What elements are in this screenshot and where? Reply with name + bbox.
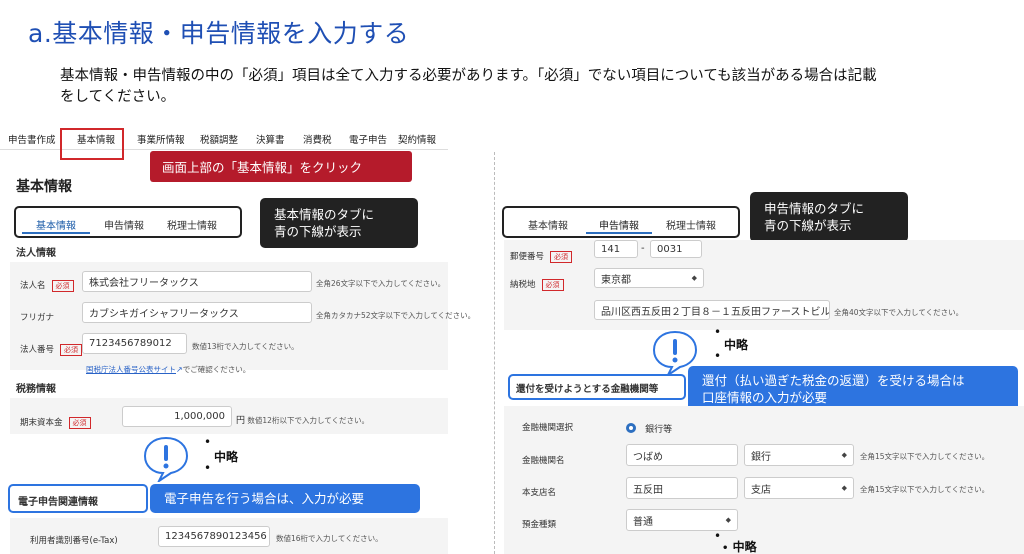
omit-label-right-bottom: • 中略 — [722, 540, 757, 554]
callout-efile: 電子申告を行う場合は、入力が必要 — [150, 484, 420, 513]
capital-label: 期末資本金 必須 — [20, 416, 91, 429]
etax-id-hint: 数値16桁で入力してください。 — [276, 534, 383, 543]
corp-name-hint: 全角26文字以下で入力してください。 — [316, 279, 446, 288]
address-input[interactable]: 品川区西五反田２丁目８－１五反田ファーストビル ９Ｆ — [594, 300, 830, 320]
select-arrow-icon: ◆ — [841, 484, 847, 492]
branch-input[interactable]: 五反田 — [626, 477, 738, 499]
bank-name-input[interactable]: つばめ — [626, 444, 738, 466]
prefecture-select[interactable]: 東京都 ◆ — [594, 268, 704, 288]
page-title: 基本情報 — [16, 179, 72, 195]
bank-radio-group[interactable]: 銀行等 — [626, 417, 672, 436]
bank-select-label: 金融機関選択 — [522, 423, 574, 433]
nav-item-consumption-tax[interactable]: 消費税 — [303, 132, 332, 146]
furigana-hint: 全角カタカナ52文字以下で入力してください。 — [316, 311, 476, 320]
location-label: 納税地 必須 — [510, 278, 564, 291]
bank-name-label: 金融機関名 — [522, 456, 565, 466]
corp-number-label: 法人番号 必須 — [20, 343, 83, 356]
capital-input[interactable]: 1,000,000 — [122, 406, 232, 427]
etax-id-label: 利用者識別番号(e-Tax) — [30, 536, 118, 546]
required-badge: 必須 — [541, 278, 564, 291]
tab-basic-info-right[interactable]: 基本情報 — [528, 217, 568, 232]
callout-basic-tab: 基本情報のタブに 青の下線が表示 — [260, 198, 418, 248]
efile-section-heading: 電子申告関連情報 — [18, 497, 98, 508]
postal-dash: - — [641, 243, 645, 254]
callout-basic-tab-line1: 基本情報のタブに — [274, 207, 375, 222]
postal-input-2[interactable]: 0031 — [650, 240, 702, 258]
tab-declaration-info[interactable]: 申告情報 — [104, 217, 144, 232]
address-hint: 全角40文字以下で入力してください。 — [834, 308, 964, 317]
callout-click-basic: 画面上部の「基本情報」をクリック — [150, 151, 412, 182]
basic-info-highlight — [60, 128, 124, 160]
callout-refund-line2: 口座情報の入力が必要 — [702, 390, 828, 405]
bank-name-hint: 全角15文字以下で入力してください。 — [860, 452, 990, 461]
tab-active-underline-right — [586, 232, 652, 234]
required-badge: 必須 — [68, 416, 91, 429]
bank-type-select[interactable]: 銀行 ◆ — [744, 444, 854, 466]
deposit-label: 預金種類 — [522, 520, 557, 530]
lookup-link[interactable]: 国税庁法人番号公表サイト — [86, 365, 176, 374]
corp-number-input[interactable]: 7123456789012 — [82, 333, 187, 354]
nav-item-contract[interactable]: 契約情報 — [398, 132, 436, 146]
omit-label-right: 中略 — [724, 338, 749, 352]
postal-label: 郵便番号 必須 — [510, 250, 573, 263]
select-arrow-icon: ◆ — [691, 274, 697, 282]
corp-number-hint: 数値13桁で入力してください。 — [192, 342, 299, 351]
omit-dot-1: • — [204, 435, 212, 449]
tab-accountant-info[interactable]: 税理士情報 — [167, 217, 217, 232]
callout-basic-tab-line2: 青の下線が表示 — [274, 224, 362, 239]
slide-title: a.基本情報・申告情報を入力する — [28, 19, 410, 48]
bank-section-heading: 還付を受けようとする金融機関等 — [516, 384, 659, 395]
callout-decl-tab-line1: 申告情報のタブに — [764, 201, 865, 216]
radio-icon[interactable] — [626, 422, 636, 433]
nav-item-office-info[interactable]: 事業所情報 — [137, 132, 185, 146]
panel-divider — [494, 152, 495, 554]
furigana-input[interactable]: カブシキガイシャフリータックス — [82, 302, 312, 323]
lookup-line: 国税庁法人番号公表サイト↗でご確認ください。 — [86, 357, 250, 376]
required-badge: 必須 — [60, 343, 83, 356]
omit-dot-r1: • — [714, 325, 722, 339]
select-arrow-icon: ◆ — [725, 516, 731, 524]
tab-active-underline — [22, 232, 90, 234]
nav-item-tax-adjust[interactable]: 税額調整 — [200, 132, 238, 146]
omit-label-left: 中略 — [214, 450, 239, 464]
tab-declaration-info-right[interactable]: 申告情報 — [599, 217, 639, 232]
branch-label: 本支店名 — [522, 488, 557, 498]
callout-decl-tab: 申告情報のタブに 青の下線が表示 — [750, 192, 908, 242]
branch-type-select[interactable]: 支店 ◆ — [744, 477, 854, 499]
corp-name-label: 法人名 必須 — [20, 279, 74, 292]
postal-input-1[interactable]: 141 — [594, 240, 638, 258]
intro-text: 基本情報・申告情報の中の「必須」項目は全て入力する必要があります。「必須」でない… — [60, 68, 877, 105]
required-badge: 必須 — [51, 279, 74, 292]
furigana-label: フリガナ — [20, 313, 55, 323]
required-badge: 必須 — [550, 250, 573, 263]
callout-decl-tab-line2: 青の下線が表示 — [764, 218, 852, 233]
etax-id-input[interactable]: 1234567890123456 — [158, 526, 270, 547]
omit-dot-r3: • — [714, 529, 722, 543]
omit-dot-2: • — [204, 461, 212, 475]
lookup-suffix: でご確認ください。 — [182, 365, 251, 374]
capital-hint: 円 数値12桁以下で入力してください。 — [236, 416, 369, 426]
branch-hint: 全角15文字以下で入力してください。 — [860, 485, 990, 494]
bank-radio-label: 銀行等 — [645, 425, 673, 435]
corp-name-input[interactable]: 株式会社フリータックス — [82, 271, 312, 292]
callout-refund-line1: 還付（払い過ぎた税金の返還）を受ける場合は — [702, 373, 965, 388]
nav-item-efile[interactable]: 電子申告 — [349, 132, 387, 146]
corp-section-heading: 法人情報 — [16, 248, 56, 259]
select-arrow-icon: ◆ — [841, 451, 847, 459]
external-link-icon: ↗ — [176, 365, 183, 374]
omit-dot-r2: • — [714, 349, 722, 363]
tab-accountant-info-right[interactable]: 税理士情報 — [666, 217, 716, 232]
nav-item-declaration[interactable]: 申告書作成 — [8, 132, 56, 146]
exclamation-bubble-icon — [143, 436, 189, 482]
deposit-select[interactable]: 普通 ◆ — [626, 509, 738, 531]
tab-basic-info[interactable]: 基本情報 — [36, 217, 76, 232]
nav-item-financial-statements[interactable]: 決算書 — [256, 132, 285, 146]
tax-section-heading: 税務情報 — [16, 384, 56, 395]
